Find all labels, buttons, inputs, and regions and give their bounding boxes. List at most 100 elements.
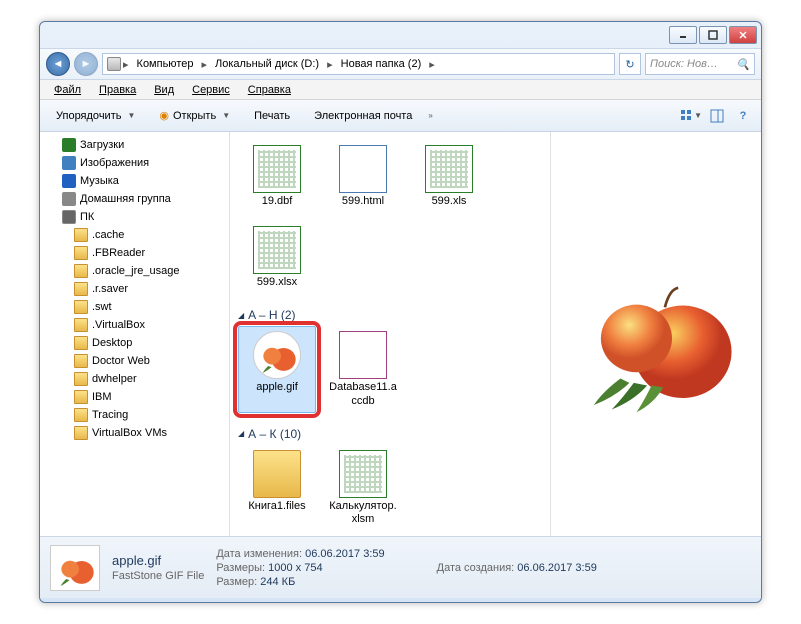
tree-item[interactable]: Домашняя группа	[40, 190, 229, 208]
tree-item[interactable]: .FBReader	[40, 244, 229, 262]
tree-item[interactable]: VirtualBox VMs	[40, 424, 229, 442]
file-item[interactable]: 599.xls	[410, 140, 488, 213]
xls-icon	[253, 226, 301, 274]
file-item[interactable]: 599.xlsx	[238, 221, 316, 294]
maximize-button[interactable]	[699, 26, 727, 44]
file-label: 599.xlsx	[257, 276, 297, 289]
file-label: Книга1.files	[248, 500, 305, 513]
music-icon	[62, 174, 76, 188]
menu-view[interactable]: Вид	[146, 82, 182, 98]
tree-item-label: Загрузки	[80, 139, 124, 151]
tree-item[interactable]: Doctor Web	[40, 352, 229, 370]
explorer-window: ◄ ► ▸ Компьютер▸ Локальный диск (D:)▸ Но…	[39, 21, 762, 603]
file-item[interactable]: Книга1.files	[238, 445, 316, 531]
tree-item-label: .swt	[92, 301, 112, 313]
folder-icon	[74, 318, 88, 332]
tree-item[interactable]: .VirtualBox	[40, 316, 229, 334]
tree-item-label: .cache	[92, 229, 124, 241]
tree-item[interactable]: .cache	[40, 226, 229, 244]
forward-button[interactable]: ►	[74, 52, 98, 76]
file-label: apple.gif	[256, 381, 298, 394]
file-label: 599.html	[342, 195, 384, 208]
view-mode-button[interactable]: ▼	[679, 105, 703, 127]
search-input[interactable]: Поиск: Нов…🔍	[645, 53, 755, 75]
group-header[interactable]: ◢ A – H (2)	[238, 304, 542, 326]
file-item[interactable]: 19.dbf	[238, 140, 316, 213]
tree-item[interactable]: Загрузки	[40, 136, 229, 154]
tree-item-label: ПК	[80, 211, 94, 223]
pictures-icon	[62, 156, 76, 170]
file-item[interactable]: 599.html	[324, 140, 402, 213]
close-button[interactable]	[729, 26, 757, 44]
menu-help[interactable]: Справка	[240, 82, 299, 98]
xls-icon	[253, 145, 301, 193]
tree-item-label: VirtualBox VMs	[92, 427, 167, 439]
folder-icon	[74, 264, 88, 278]
titlebar	[40, 22, 761, 48]
group-header[interactable]: ◢ А – К (10)	[238, 423, 542, 445]
preview-pane	[551, 132, 761, 536]
tree-item[interactable]: .r.saver	[40, 280, 229, 298]
preview-pane-button[interactable]	[705, 105, 729, 127]
folder-icon	[74, 390, 88, 404]
open-button[interactable]: ◉Открыть▼	[149, 105, 240, 126]
file-label: 599.xls	[432, 195, 467, 208]
folder-icon	[74, 336, 88, 350]
tree-item-label: .VirtualBox	[92, 319, 145, 331]
toolbar: Упорядочить▼ ◉Открыть▼ Печать Электронна…	[40, 100, 761, 132]
navbar: ◄ ► ▸ Компьютер▸ Локальный диск (D:)▸ Но…	[40, 48, 761, 80]
organize-button[interactable]: Упорядочить▼	[46, 106, 145, 126]
tree-item[interactable]: .oracle_jre_usage	[40, 262, 229, 280]
minimize-button[interactable]	[669, 26, 697, 44]
folder-icon	[74, 228, 88, 242]
file-label: Калькулятор.xlsm	[329, 500, 397, 526]
menubar: Файл Правка Вид Сервис Справка	[40, 80, 761, 100]
tree-item-label: .oracle_jre_usage	[92, 265, 179, 277]
xls-icon	[339, 450, 387, 498]
tree-item[interactable]: Desktop	[40, 334, 229, 352]
preview-image	[567, 254, 745, 414]
file-item[interactable]: apple.gif	[238, 326, 316, 412]
tree-item[interactable]: dwhelper	[40, 370, 229, 388]
tree-item[interactable]: ПК	[40, 208, 229, 226]
tree-item[interactable]: Музыка	[40, 172, 229, 190]
homegroup-icon	[62, 192, 76, 206]
file-label: 19.dbf	[262, 195, 293, 208]
apple-icon	[253, 331, 301, 379]
menu-tools[interactable]: Сервис	[184, 82, 238, 98]
menu-edit[interactable]: Правка	[91, 82, 144, 98]
file-item[interactable]: Database11.accdb	[324, 326, 402, 412]
details-filetype: FastStone GIF File	[112, 570, 204, 582]
menu-file[interactable]: Файл	[46, 82, 89, 98]
tree-item[interactable]: Tracing	[40, 406, 229, 424]
folder-icon	[74, 408, 88, 422]
tree-item[interactable]: .swt	[40, 298, 229, 316]
tree-item-label: .r.saver	[92, 283, 128, 295]
file-item[interactable]: Калькулятор.xlsm	[324, 445, 402, 531]
tree-item-label: Музыка	[80, 175, 119, 187]
tree-item-label: dwhelper	[92, 373, 137, 385]
xls-icon	[425, 145, 473, 193]
print-button[interactable]: Печать	[244, 106, 300, 126]
crumb-0[interactable]: Компьютер	[131, 58, 200, 70]
details-filename: apple.gif	[112, 553, 204, 568]
computer-icon	[62, 210, 76, 224]
crumb-1[interactable]: Локальный диск (D:)	[209, 58, 325, 70]
file-label: Database11.accdb	[329, 381, 397, 407]
breadcrumb[interactable]: ▸ Компьютер▸ Локальный диск (D:)▸ Новая …	[102, 53, 615, 75]
folder-icon	[74, 354, 88, 368]
file-list[interactable]: 19.dbf 599.html 599.xls 599.xlsx ◢ A – H (2)…	[230, 132, 551, 536]
refresh-button[interactable]: ↻	[619, 53, 641, 75]
details-pane: apple.gif FastStone GIF File Дата измене…	[40, 536, 761, 598]
help-button[interactable]: ?	[731, 105, 755, 127]
tree-item[interactable]: IBM	[40, 388, 229, 406]
email-button[interactable]: Электронная почта	[304, 106, 422, 126]
more-button[interactable]: »	[428, 111, 432, 120]
tree-item[interactable]: Изображения	[40, 154, 229, 172]
back-button[interactable]: ◄	[46, 52, 70, 76]
tree-item-label: Домашняя группа	[80, 193, 171, 205]
crumb-2[interactable]: Новая папка (2)	[335, 58, 428, 70]
nav-tree[interactable]: Загрузки Изображения Музыка Домашняя группа…	[40, 132, 230, 536]
folder-icon	[74, 300, 88, 314]
folder-icon	[74, 426, 88, 440]
